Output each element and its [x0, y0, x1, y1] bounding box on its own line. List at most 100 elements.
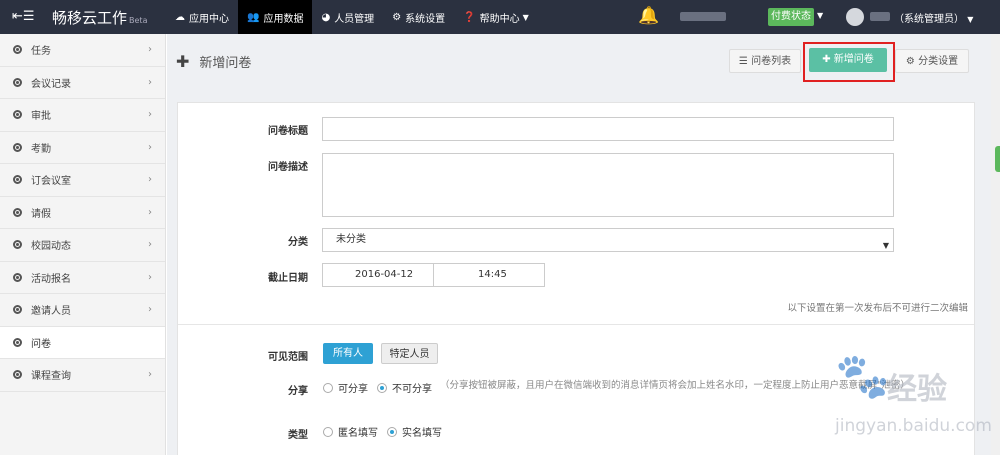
sidebar-item-label: 课程查询 — [31, 371, 71, 383]
category-select[interactable]: 未分类 ▼ — [322, 228, 894, 252]
chevron-right-icon: › — [148, 239, 152, 251]
menu-collapse-icon[interactable]: ⇤☰ — [12, 9, 35, 24]
sidebar-item-label: 请假 — [31, 208, 51, 220]
sidebar-item-label: 问卷 — [31, 338, 51, 350]
circle-dot-icon — [13, 77, 22, 87]
chevron-right-icon: › — [148, 174, 152, 186]
sidebar-item-questionnaire[interactable]: 问卷 — [0, 326, 165, 359]
visibility-label: 可见范围 — [268, 352, 308, 363]
sidebar-item-meeting-record[interactable]: 会议记录 › — [0, 67, 165, 99]
chevron-right-icon: › — [148, 44, 152, 56]
nav-app-center[interactable]: ☁ 应用中心 — [166, 0, 238, 34]
nav-label: 应用中心 — [189, 13, 229, 25]
nav-app-data[interactable]: 👥 应用数据 — [238, 0, 313, 34]
sidebar-item-meeting-room[interactable]: 订会议室 › — [0, 164, 165, 197]
circle-dot-icon — [13, 175, 22, 185]
share-no-radio[interactable]: 不可分享 — [377, 380, 432, 395]
sidebar-item-leave[interactable]: 请假 › — [0, 197, 165, 229]
type-anonymous-radio[interactable]: 匿名填写 — [323, 424, 378, 439]
radio-label: 实名填写 — [402, 428, 442, 439]
users-icon: 👥 — [247, 11, 260, 23]
sidebar-item-invite[interactable]: 邀请人员 › — [0, 294, 165, 327]
main-nav: ☁ 应用中心 👥 应用数据 ◕ 人员管理 ⚙ 系统设置 ❓ 帮助中心 ▼ — [166, 0, 538, 34]
deadline-date-input[interactable]: 2016-04-12 — [322, 263, 434, 287]
avatar[interactable] — [846, 8, 864, 26]
watermark-text: 经验 — [887, 372, 947, 407]
nav-help-center[interactable]: ❓ 帮助中心 ▼ — [454, 0, 538, 34]
brand-logo[interactable]: 畅移云工作 Beta — [52, 7, 147, 28]
sidebar-item-label: 会议记录 — [31, 78, 71, 90]
edit-warning-note: 以下设置在第一次发布后不可进行二次编辑 — [787, 303, 968, 314]
share-yes-radio[interactable]: 可分享 — [323, 380, 368, 395]
user-role-menu[interactable]: （系统管理员） ▼ — [894, 10, 973, 25]
question-icon: ❓ — [463, 11, 476, 23]
sidebar-item-task[interactable]: 任务 › — [0, 34, 165, 67]
circle-dot-icon — [13, 272, 22, 282]
highlight-box — [803, 42, 895, 82]
user-role: （系统管理员） — [894, 14, 964, 25]
dashboard-icon: ◕ — [321, 11, 331, 23]
chevron-down-icon: ▼ — [522, 12, 529, 22]
deadline-time-input[interactable]: 14:45 — [433, 263, 545, 287]
questionnaire-list-button[interactable]: ☰ 问卷列表 — [729, 49, 801, 73]
circle-dot-icon — [13, 45, 22, 55]
blurred-company-name — [680, 12, 726, 21]
chevron-right-icon: › — [148, 76, 152, 88]
chevron-down-icon[interactable]: ▼ — [817, 11, 823, 20]
chevron-right-icon: › — [148, 109, 152, 121]
title-input[interactable] — [322, 117, 894, 141]
circle-dot-icon — [13, 110, 22, 120]
category-label: 分类 — [288, 237, 308, 248]
radio-checked-icon — [387, 426, 397, 437]
page-title-text: 新增问卷 — [199, 56, 252, 71]
description-label: 问卷描述 — [268, 162, 308, 173]
baidu-jingyan-watermark: 🐾 经验 jingyan.baidu.com — [835, 350, 995, 455]
sidebar-item-event-signup[interactable]: 活动报名 › — [0, 262, 165, 294]
chevron-right-icon: › — [148, 304, 152, 316]
radio-label: 不可分享 — [392, 384, 432, 395]
description-textarea[interactable] — [322, 153, 894, 217]
type-label: 类型 — [288, 430, 308, 441]
page-title: ✚ 新增问卷 — [176, 52, 251, 71]
nav-system-settings[interactable]: ⚙ 系统设置 — [383, 0, 454, 34]
blurred-user-name — [870, 12, 890, 21]
nav-user-management[interactable]: ◕ 人员管理 — [312, 0, 383, 34]
sidebar-item-attendance[interactable]: 考勤 › — [0, 132, 165, 164]
visibility-specific-button[interactable]: 特定人员 — [381, 343, 438, 364]
cogs-icon: ⚙ — [392, 11, 402, 23]
radio-icon — [323, 426, 333, 437]
radio-icon — [323, 382, 333, 393]
top-navbar: ⇤☰ 畅移云工作 Beta ☁ 应用中心 👥 应用数据 ◕ 人员管理 ⚙ 系统设置 ❓ 帮助… — [0, 0, 1000, 34]
circle-dot-icon — [13, 370, 22, 380]
circle-dot-icon — [13, 142, 22, 152]
title-label: 问卷标题 — [268, 126, 308, 137]
sidebar-item-label: 审批 — [31, 111, 51, 123]
list-icon: ☰ — [738, 56, 748, 67]
sidebar-item-campus-news[interactable]: 校园动态 › — [0, 229, 165, 262]
sidebar-item-course-query[interactable]: 课程查询 › — [0, 359, 165, 392]
category-settings-button[interactable]: ⚙ 分类设置 — [895, 49, 969, 73]
watermark-url: jingyan.baidu.com — [835, 416, 992, 436]
share-label: 分享 — [288, 386, 308, 397]
sidebar-item-label: 考勤 — [31, 143, 51, 155]
side-float-tab[interactable] — [995, 146, 1000, 172]
nav-label: 系统设置 — [405, 13, 446, 25]
nav-label: 人员管理 — [334, 13, 375, 25]
chevron-right-icon: › — [148, 141, 152, 153]
visibility-all-button[interactable]: 所有人 — [323, 343, 373, 364]
sidebar-item-label: 邀请人员 — [31, 306, 71, 318]
sidebar-item-label: 任务 — [31, 46, 51, 58]
sidebar-item-label: 活动报名 — [31, 273, 71, 285]
chevron-right-icon: › — [148, 271, 152, 283]
sidebar-item-approval[interactable]: 审批 › — [0, 99, 165, 132]
button-label: 问卷列表 — [751, 56, 792, 67]
circle-dot-icon — [13, 305, 22, 315]
deadline-label: 截止日期 — [268, 273, 308, 284]
cloud-icon: ☁ — [175, 11, 185, 23]
sidebar: 任务 › 会议记录 › 审批 › 考勤 › 订会议室 › 请假 › 校园动态 › 活动报名 › … — [0, 34, 166, 455]
bell-icon[interactable]: 🔔 — [638, 6, 659, 26]
type-realname-radio[interactable]: 实名填写 — [387, 424, 442, 439]
paid-status-badge[interactable]: 付费状态 — [768, 8, 814, 26]
circle-dot-icon — [13, 240, 22, 250]
paw-icon: 🐾 — [835, 351, 890, 402]
